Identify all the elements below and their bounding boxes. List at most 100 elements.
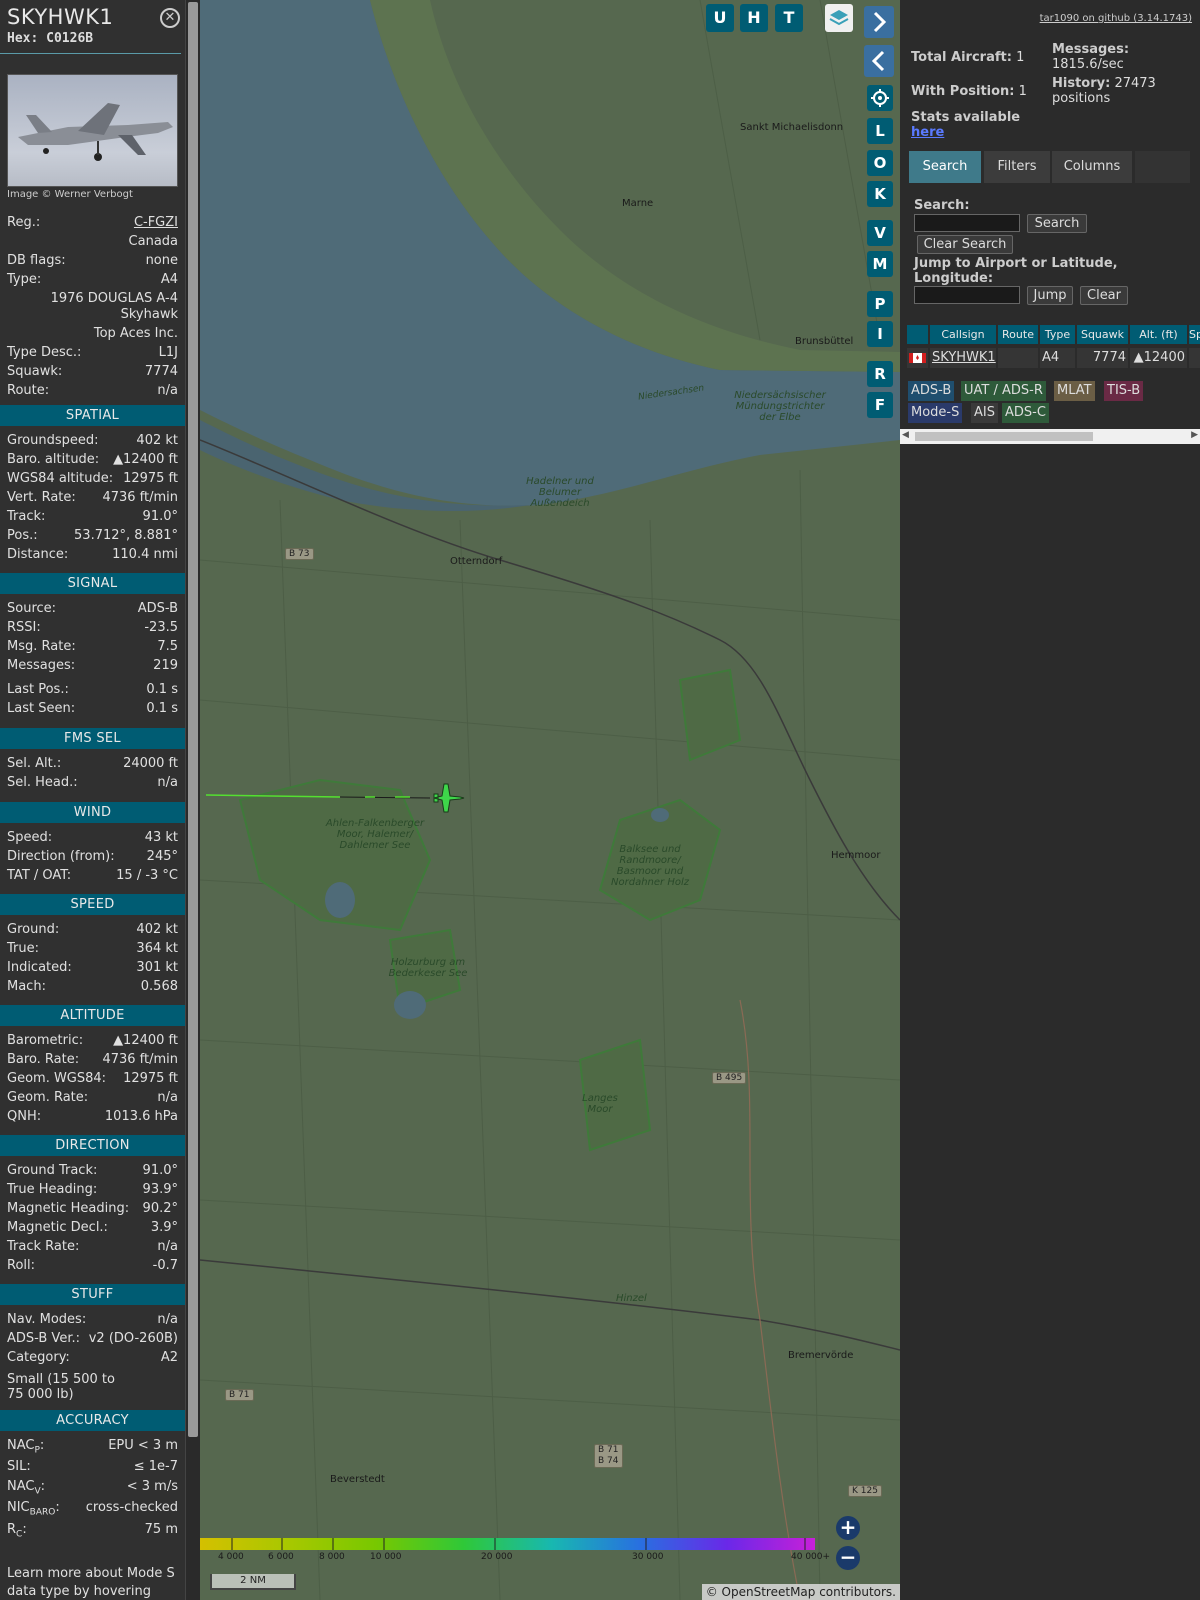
owner-value: Top Aces Inc. (93, 326, 178, 341)
badge-mlat[interactable]: MLAT (1054, 381, 1095, 401)
spatial-value: 4736 ft/min (102, 490, 178, 505)
altitude-label: Geom. Rate: (7, 1090, 89, 1105)
toggle-i-button[interactable]: I (867, 321, 893, 347)
table-horizontal-scrollbar[interactable]: ◀ ▶ (900, 429, 1200, 444)
zoom-out-button[interactable]: − (836, 1546, 860, 1570)
road-b495: B 495 (712, 1072, 747, 1084)
tab-search[interactable]: Search (909, 151, 981, 183)
selected-hex: Hex: C0126B (7, 31, 94, 46)
messages-value: 1815.6/sec (1052, 57, 1124, 72)
squawk-label: Squawk: (7, 364, 63, 379)
col-callsign-header[interactable]: Callsign (930, 325, 996, 344)
clear-button[interactable]: Clear (1080, 286, 1128, 305)
stats-label: Stats available (911, 110, 1021, 125)
row-squawk[interactable]: 7774 (1077, 348, 1128, 368)
col-alt-header[interactable]: Alt. (ft) (1130, 325, 1187, 344)
dbflags-value: none (145, 253, 178, 268)
dbflags-label: DB flags: (7, 253, 66, 268)
search-label: Search: (914, 198, 970, 213)
toggle-t-button[interactable]: T (775, 4, 803, 32)
row-type[interactable]: A4 (1040, 348, 1075, 368)
tab-filters[interactable]: Filters (984, 151, 1050, 183)
jump-input[interactable] (914, 286, 1020, 304)
scroll-left-icon[interactable]: ◀ (902, 430, 909, 440)
toggle-l-button[interactable]: L (867, 118, 893, 144)
signal-label: Last Pos.: (7, 682, 69, 697)
total-label: Total Aircraft: (911, 50, 1012, 65)
spatial-label: Pos.: (7, 528, 38, 543)
col-type-header[interactable]: Type (1040, 325, 1075, 344)
type-label: Type: (7, 272, 42, 287)
badge-uat-ads-r[interactable]: UAT / ADS-R (961, 381, 1046, 401)
stuff-value: A2 (160, 1350, 178, 1365)
toggle-k-button[interactable]: K (867, 181, 893, 207)
badge-ads-b[interactable]: ADS-B (908, 381, 955, 401)
nicbaro-label: NICBARO: (7, 1500, 60, 1518)
expand-sidebar-icon[interactable] (864, 6, 894, 38)
toggle-h-button[interactable]: H (740, 4, 768, 32)
row-callsign-link[interactable]: SKYHWK1 (932, 350, 996, 365)
stats-here-link[interactable]: here (911, 125, 944, 140)
spatial-label: Groundspeed: (7, 433, 99, 448)
toggle-f-button[interactable]: F (867, 392, 893, 418)
clear-search-button[interactable]: Clear Search (917, 235, 1013, 254)
settings-gear-icon[interactable] (867, 85, 893, 111)
row-altitude[interactable]: ▲12400 (1130, 348, 1187, 368)
badge-tis-b[interactable]: TIS-B (1104, 381, 1144, 401)
github-link[interactable]: tar1090 on github (3.14.1743) (1040, 13, 1192, 24)
attribution-text[interactable]: © OpenStreetMap contributors. (706, 1585, 896, 1599)
col-route-header[interactable]: Route (998, 325, 1038, 344)
direction-label: True Heading: (7, 1182, 98, 1197)
zoom-in-button[interactable]: + (836, 1516, 860, 1540)
row-speed[interactable] (1189, 348, 1200, 368)
tab-columns[interactable]: Columns (1052, 151, 1132, 183)
layers-icon[interactable] (825, 4, 853, 32)
nature-balksee: Balksee und Randmoore/ Basmoor und Norda… (611, 844, 689, 888)
road-b73: B 73 (285, 548, 314, 560)
toggle-u-button[interactable]: U (706, 4, 734, 32)
altitude-label: Baro. Rate: (7, 1052, 80, 1067)
toggle-v-button[interactable]: V (867, 220, 893, 246)
badge-mode-s[interactable]: Mode-S (908, 403, 963, 423)
col-speed-header[interactable]: Sp (1189, 325, 1200, 344)
place-hemmoor: Hemmoor (831, 850, 881, 861)
sidebar-scrollbar[interactable] (185, 0, 200, 1600)
toggle-o-button[interactable]: O (867, 150, 893, 176)
scroll-right-icon[interactable]: ▶ (1191, 430, 1198, 440)
badge-ads-c[interactable]: ADS-C (1002, 403, 1049, 423)
collapse-sidebar-icon[interactable] (864, 45, 894, 77)
table-scroll-thumb[interactable] (915, 432, 1093, 441)
flag-canada-icon (907, 348, 928, 368)
search-button[interactable]: Search (1027, 214, 1087, 233)
speed-value: 0.568 (140, 979, 178, 994)
fms-label: Sel. Alt.: (7, 756, 62, 771)
footer-note: Learn more about Mode S data type by hov… (7, 1566, 175, 1599)
col-squawk-header[interactable]: Squawk (1077, 325, 1128, 344)
map-view[interactable]: Sankt Michaelisdonn Marne Brunsbüttel Ot… (200, 0, 900, 1600)
road-b74-label: B 74 (598, 1456, 619, 1466)
reg-link[interactable]: C-FGZI (134, 215, 178, 230)
sidebar-scroll-thumb[interactable] (188, 2, 198, 1437)
jump-button[interactable]: Jump (1027, 286, 1073, 305)
signal-value: 219 (153, 658, 178, 673)
toggle-p-button[interactable]: P (867, 291, 893, 317)
search-input[interactable] (914, 214, 1020, 232)
aircraft-marker-icon[interactable] (433, 783, 465, 813)
row-callsign[interactable]: SKYHWK1 (930, 348, 996, 368)
place-bremervoerde: Bremervörde (788, 1350, 854, 1361)
nature-ahlen-falkenberger: Ahlen-Falkenberger Moor, Halemer/ Dahlem… (325, 818, 425, 851)
rc-sub: C (16, 1529, 23, 1540)
place-beverstedt: Beverstedt (330, 1474, 385, 1485)
close-icon[interactable]: ✕ (160, 8, 180, 28)
badge-ais[interactable]: AIS (971, 403, 998, 423)
row-route[interactable] (998, 348, 1038, 368)
toggle-r-button[interactable]: R (867, 361, 893, 387)
toggle-m-button[interactable]: M (867, 251, 893, 277)
speed-value: 301 kt (136, 960, 178, 975)
aircraft-photo[interactable] (7, 74, 178, 187)
direction-value: 90.2° (142, 1201, 178, 1216)
right-panel: tar1090 on github (3.14.1743) Total Airc… (900, 0, 1200, 1600)
signal-value: ADS-B (137, 601, 178, 616)
altitude-value: 4736 ft/min (102, 1052, 178, 1067)
col-flag-header[interactable] (907, 325, 928, 344)
